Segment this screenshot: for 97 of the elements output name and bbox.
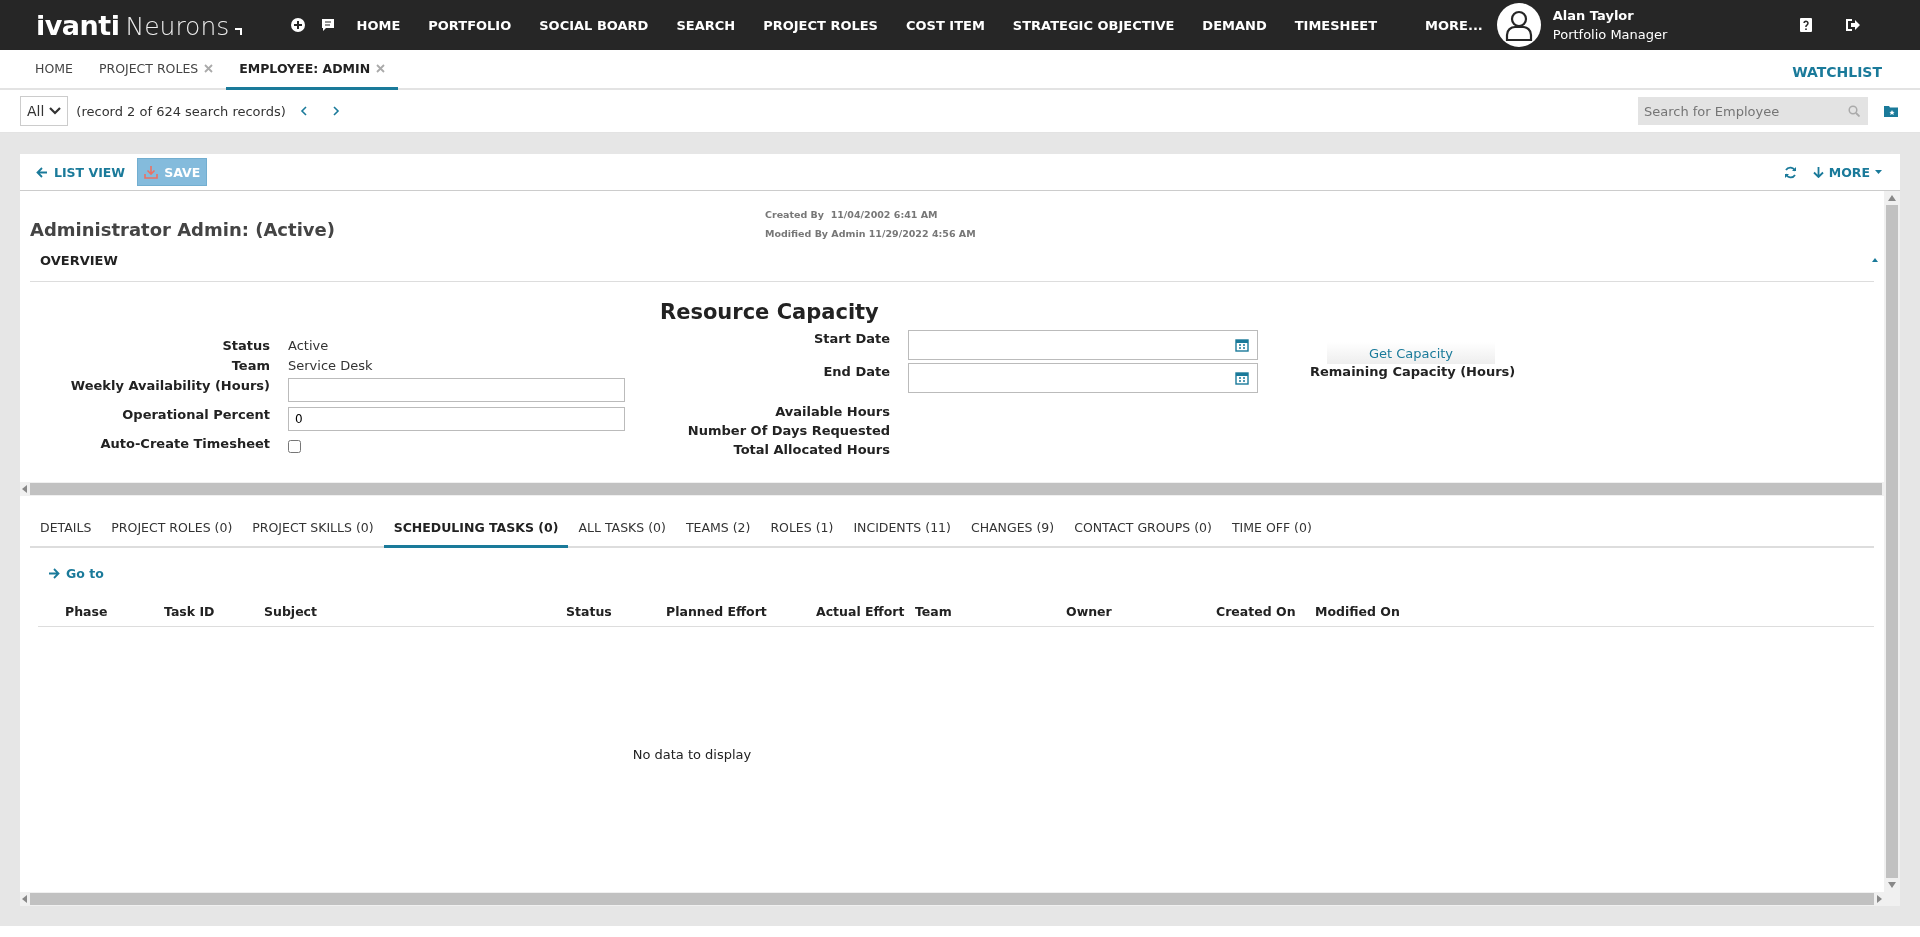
capacity-title: Resource Capacity [660, 300, 880, 326]
detail-tab[interactable]: ROLES (1) [760, 510, 844, 548]
nav-item[interactable]: SOCIAL BOARD [525, 17, 663, 33]
field-value: Service Desk [288, 358, 374, 373]
go-to-button[interactable]: Go to [48, 566, 104, 581]
horizontal-scrollbar[interactable] [20, 482, 1884, 496]
date-field[interactable] [908, 363, 1258, 393]
column-header[interactable]: Phase [65, 604, 164, 619]
avatar-icon[interactable] [1496, 3, 1541, 47]
field-label: Available Hours [774, 404, 890, 420]
arrow-left-icon [36, 166, 48, 178]
search-icon [1848, 105, 1860, 117]
page-tab[interactable]: PROJECT ROLES [85, 50, 227, 90]
list-view-button[interactable]: LIST VIEW [30, 163, 132, 181]
field-label: Remaining Capacity (Hours) [1310, 364, 1516, 379]
input-field[interactable] [288, 378, 625, 402]
user-role: Portfolio Manager [1552, 27, 1668, 42]
detail-tab[interactable]: PROJECT SKILLS (0) [242, 510, 384, 548]
filter-dropdown[interactable]: All [20, 96, 69, 126]
field-label: Weekly Availability (Hours) [69, 378, 270, 395]
nav-item[interactable]: PORTFOLIO [414, 17, 526, 33]
previous-icon[interactable] [299, 106, 307, 116]
modified-info: Modified By Admin 11/29/2022 4:56 AM [765, 227, 976, 241]
arrow-right-icon [48, 568, 60, 579]
created-info: Created By 11/04/2002 6:41 AM [765, 208, 939, 222]
logo-mark-icon [235, 27, 243, 35]
close-icon[interactable] [376, 64, 386, 73]
brand-name: ivanti [36, 9, 120, 41]
field-label: End Date [822, 363, 890, 381]
folder-star-icon[interactable] [1884, 105, 1898, 117]
date-field[interactable] [908, 330, 1258, 360]
record-info: (record 2 of 624 search records) [76, 103, 286, 119]
column-header[interactable]: Planned Effort [666, 604, 816, 619]
detail-tab[interactable]: INCIDENTS (11) [843, 510, 961, 548]
detail-tab[interactable]: TIME OFF (0) [1221, 510, 1322, 548]
nav-item[interactable]: COST ITEM [892, 17, 999, 33]
page-tab[interactable]: HOME [22, 50, 86, 90]
product-name: Neurons [125, 11, 230, 41]
horizontal-scrollbar[interactable] [20, 892, 1884, 906]
field-label: Start Date [812, 330, 890, 348]
column-header[interactable]: Created On [1216, 604, 1315, 619]
scroll-arrow-icon[interactable] [22, 895, 28, 903]
detail-tab[interactable]: CONTACT GROUPS (0) [1064, 510, 1222, 548]
chat-icon[interactable] [320, 18, 335, 32]
refresh-icon[interactable] [1783, 165, 1797, 179]
column-header[interactable]: Status [566, 604, 666, 619]
calendar-icon[interactable] [1235, 371, 1249, 385]
field-label: Operational Percent [121, 407, 270, 424]
collapse-icon[interactable] [1872, 258, 1878, 262]
column-header[interactable]: Task ID [164, 604, 264, 619]
field-label: Team [230, 358, 270, 373]
close-icon[interactable] [204, 64, 214, 73]
column-header[interactable]: Team [915, 604, 1066, 619]
detail-tab[interactable]: TEAMS (2) [675, 510, 761, 548]
calendar-icon[interactable] [1235, 338, 1249, 352]
column-header[interactable]: Subject [264, 604, 566, 619]
scroll-arrow-icon[interactable] [1888, 195, 1896, 201]
column-header[interactable]: Modified On [1315, 604, 1455, 619]
detail-tab[interactable]: SCHEDULING TASKS (0) [383, 510, 569, 548]
checkbox[interactable] [288, 440, 301, 453]
empty-message: No data to display [632, 747, 752, 762]
field-value: Active [288, 338, 330, 353]
detail-tab[interactable]: CHANGES (9) [960, 510, 1065, 548]
add-icon[interactable] [290, 18, 305, 32]
field-label: Auto-Create Timesheet [99, 436, 270, 453]
arrow-down-icon [1812, 166, 1824, 178]
search-field[interactable]: Search for Employee [1638, 97, 1868, 125]
scroll-arrow-icon[interactable] [22, 485, 28, 493]
nav-item[interactable]: HOME [342, 17, 415, 33]
chevron-down-icon [49, 107, 62, 115]
column-header[interactable]: Owner [1066, 604, 1216, 619]
logout-icon[interactable] [1846, 19, 1860, 31]
section-title: OVERVIEW [40, 252, 118, 268]
nav-item[interactable]: MORE... [1411, 17, 1497, 33]
help-icon[interactable] [1800, 18, 1812, 32]
detail-tab[interactable]: PROJECT ROLES (0) [101, 510, 243, 548]
field-label: Total Allocated Hours [732, 442, 890, 458]
record-title: Administrator Admin: (Active) [30, 218, 336, 239]
column-header[interactable]: Actual Effort [816, 604, 915, 619]
nav-item[interactable]: TIMESHEET [1280, 17, 1392, 33]
nav-item[interactable]: PROJECT ROLES [749, 17, 892, 33]
page-tab[interactable]: EMPLOYEE: ADMIN [226, 50, 399, 90]
caret-icon [1875, 170, 1882, 174]
user-name: Alan Taylor [1552, 8, 1635, 23]
next-icon[interactable] [332, 106, 340, 116]
input-field[interactable]: 0 [288, 407, 625, 431]
nav-item[interactable]: DEMAND [1188, 17, 1281, 33]
vertical-scrollbar[interactable] [1884, 191, 1900, 906]
more-menu[interactable]: MORE [1812, 164, 1882, 180]
field-label: Number Of Days Requested [686, 423, 890, 439]
nav-item[interactable]: SEARCH [662, 17, 750, 33]
detail-tab[interactable]: ALL TASKS (0) [568, 510, 676, 548]
watchlist-link[interactable]: WATCHLIST [1792, 58, 1882, 80]
detail-tab[interactable]: DETAILS [30, 510, 102, 548]
download-icon [144, 165, 159, 179]
field-label: Status [221, 338, 270, 353]
nav-item[interactable]: STRATEGIC OBJECTIVE [998, 17, 1189, 33]
